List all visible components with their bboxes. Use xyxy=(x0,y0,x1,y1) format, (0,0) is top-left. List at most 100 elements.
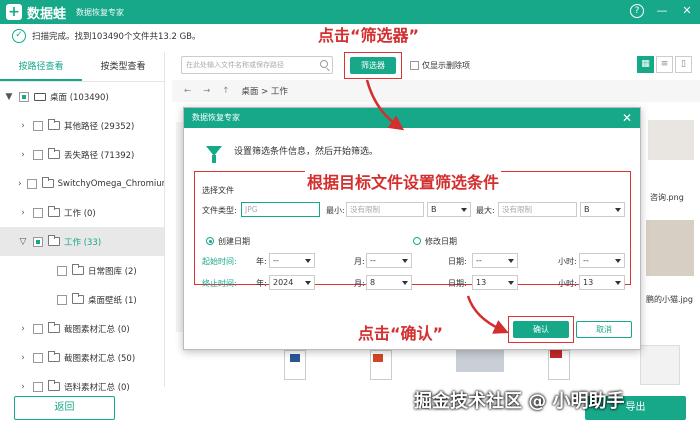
tree-item[interactable]: ▼ 桌面 (103490) xyxy=(0,82,164,111)
start-hour-value: -- xyxy=(583,256,589,265)
expand-arrow-icon[interactable]: › xyxy=(18,179,22,189)
breadcrumb-path: 桌面 > 工作 xyxy=(241,87,288,97)
folder-icon xyxy=(48,235,60,246)
tree-item[interactable]: › 截图素材汇总 (50) xyxy=(0,343,164,372)
annotation-set-conditions: 根据目标文件设置筛选条件 xyxy=(305,169,502,193)
tree-item-label: 工作 (33) xyxy=(64,237,102,248)
tree-item-label: 语料素材汇总 (0) xyxy=(64,382,130,393)
end-hour-select[interactable]: 13 xyxy=(579,275,625,290)
max-unit-value: B xyxy=(584,205,590,214)
cancel-button[interactable]: 取消 xyxy=(576,321,632,338)
tree-item[interactable]: ▽ 工作 (33) xyxy=(0,227,164,256)
tree-item[interactable]: 日常图库 (2) xyxy=(0,256,164,285)
start-time-label: 起始时间: xyxy=(202,257,237,266)
help-icon[interactable]: ? xyxy=(630,4,644,18)
start-hour-select[interactable]: -- xyxy=(579,253,625,268)
max-unit-select[interactable]: B xyxy=(580,202,625,217)
show-deleted-checkbox[interactable] xyxy=(410,61,419,70)
expand-arrow-icon[interactable]: ▽ xyxy=(18,237,28,247)
search-input[interactable]: 在此处输入文件名称或保存路径 xyxy=(181,56,333,74)
created-date-radio[interactable] xyxy=(206,237,214,245)
tree-item[interactable]: › 工作 (0) xyxy=(0,198,164,227)
tree-item[interactable]: › 其他路径 (29352) xyxy=(0,111,164,140)
expand-arrow-icon[interactable]: › xyxy=(18,382,28,392)
tree-checkbox[interactable] xyxy=(26,178,37,189)
tree-checkbox[interactable] xyxy=(19,91,29,102)
tree-item[interactable]: › 截图素材汇总 (0) xyxy=(0,314,164,343)
tree-checkbox[interactable] xyxy=(33,120,43,131)
tab-by-type[interactable]: 按类型查看 xyxy=(82,52,164,81)
modified-date-radio[interactable] xyxy=(413,237,421,245)
watermark: 掘金技术社区 @ 小明助手 xyxy=(414,391,625,412)
detail-view-icon[interactable]: ▯ xyxy=(675,56,692,73)
file-thumbnail[interactable] xyxy=(646,220,694,276)
tree-item[interactable]: › SwitchyOmega_Chromium xyxy=(0,169,164,198)
tree-item[interactable]: › 丢失路径 (71392) xyxy=(0,140,164,169)
close-icon[interactable]: ✕ xyxy=(680,4,694,18)
tree-checkbox[interactable] xyxy=(57,265,67,276)
file-name: 鹏的小猫.jpg xyxy=(646,295,693,304)
chevron-down-icon xyxy=(615,259,621,263)
start-month-select[interactable]: -- xyxy=(366,253,412,268)
check-circle-icon: ✓ xyxy=(12,29,26,43)
forward-arrow-icon[interactable]: → xyxy=(203,86,210,96)
search-placeholder: 在此处输入文件名称或保存路径 xyxy=(186,61,284,69)
list-view-icon[interactable]: ≡ xyxy=(656,56,673,73)
end-month-label: 月: xyxy=(354,279,365,288)
expand-arrow-icon[interactable]: › xyxy=(18,150,28,160)
scan-status-text: 扫描完成。找到103490个文件共13.2 GB。 xyxy=(32,32,201,42)
min-size-label: 最小: xyxy=(326,206,345,215)
chevron-down-icon xyxy=(305,259,311,263)
expand-arrow-icon[interactable]: › xyxy=(18,353,28,363)
tree-item[interactable]: 桌面壁纸 (1) xyxy=(0,285,164,314)
grid-view-icon[interactable]: ▦ xyxy=(637,56,654,73)
start-month-label: 月: xyxy=(354,257,365,266)
min-unit-select[interactable]: B xyxy=(427,202,471,217)
tree-checkbox[interactable] xyxy=(33,352,43,363)
file-type-input[interactable]: JPG xyxy=(241,202,320,217)
back-arrow-icon[interactable]: ← xyxy=(184,86,191,96)
expand-arrow-icon[interactable]: › xyxy=(18,208,28,218)
view-tabs: 按路径查看 按类型查看 xyxy=(0,52,164,82)
up-arrow-icon[interactable]: ↑ xyxy=(222,86,229,96)
search-icon[interactable] xyxy=(320,60,328,68)
tree-checkbox[interactable] xyxy=(33,381,43,392)
tree-checkbox[interactable] xyxy=(33,323,43,334)
folder-icon xyxy=(72,264,84,275)
end-day-select[interactable]: 13 xyxy=(472,275,518,290)
app-logo-icon: + xyxy=(6,4,22,20)
dialog-close-icon[interactable]: ✕ xyxy=(622,108,632,128)
back-button[interactable]: 返回 xyxy=(14,396,115,420)
expand-arrow-icon[interactable]: ▼ xyxy=(4,92,14,102)
tab-by-path[interactable]: 按路径查看 xyxy=(0,52,82,81)
start-day-label: 日期: xyxy=(448,257,467,266)
pdf-badge xyxy=(550,350,562,358)
ok-button[interactable]: 确认 xyxy=(513,321,569,338)
show-deleted-toggle[interactable]: 仅显示删除项 xyxy=(410,60,470,71)
tree-item-label: 截图素材汇总 (50) xyxy=(64,353,136,364)
file-name: 咨询.png xyxy=(650,193,684,202)
doc-thumbnail[interactable] xyxy=(640,345,680,385)
expand-arrow-icon[interactable]: › xyxy=(18,121,28,131)
end-year-select[interactable]: 2024 xyxy=(269,275,315,290)
expand-arrow-icon[interactable]: › xyxy=(18,324,28,334)
tree-item-label: 丢失路径 (71392) xyxy=(64,150,135,161)
max-size-placeholder: 没有限制 xyxy=(502,205,532,214)
tree-checkbox[interactable] xyxy=(33,207,43,218)
image-file-thumbnail[interactable] xyxy=(456,350,504,372)
start-day-value: -- xyxy=(476,256,482,265)
end-day-value: 13 xyxy=(476,278,487,287)
minimize-icon[interactable]: — xyxy=(655,4,669,18)
end-month-select[interactable]: 8 xyxy=(366,275,412,290)
folder-icon xyxy=(48,119,60,130)
start-day-select[interactable]: -- xyxy=(472,253,518,268)
file-thumbnail[interactable] xyxy=(648,120,694,160)
min-size-input[interactable]: 没有限制 xyxy=(346,202,424,217)
annotation-click-ok: 点击“确认” xyxy=(358,324,444,343)
start-year-select[interactable]: -- xyxy=(269,253,315,268)
tree-checkbox[interactable] xyxy=(33,149,43,160)
max-size-input[interactable]: 没有限制 xyxy=(498,202,577,217)
tree-checkbox[interactable] xyxy=(33,236,43,247)
filter-button[interactable]: 筛选器 xyxy=(350,57,396,74)
tree-checkbox[interactable] xyxy=(57,294,67,305)
